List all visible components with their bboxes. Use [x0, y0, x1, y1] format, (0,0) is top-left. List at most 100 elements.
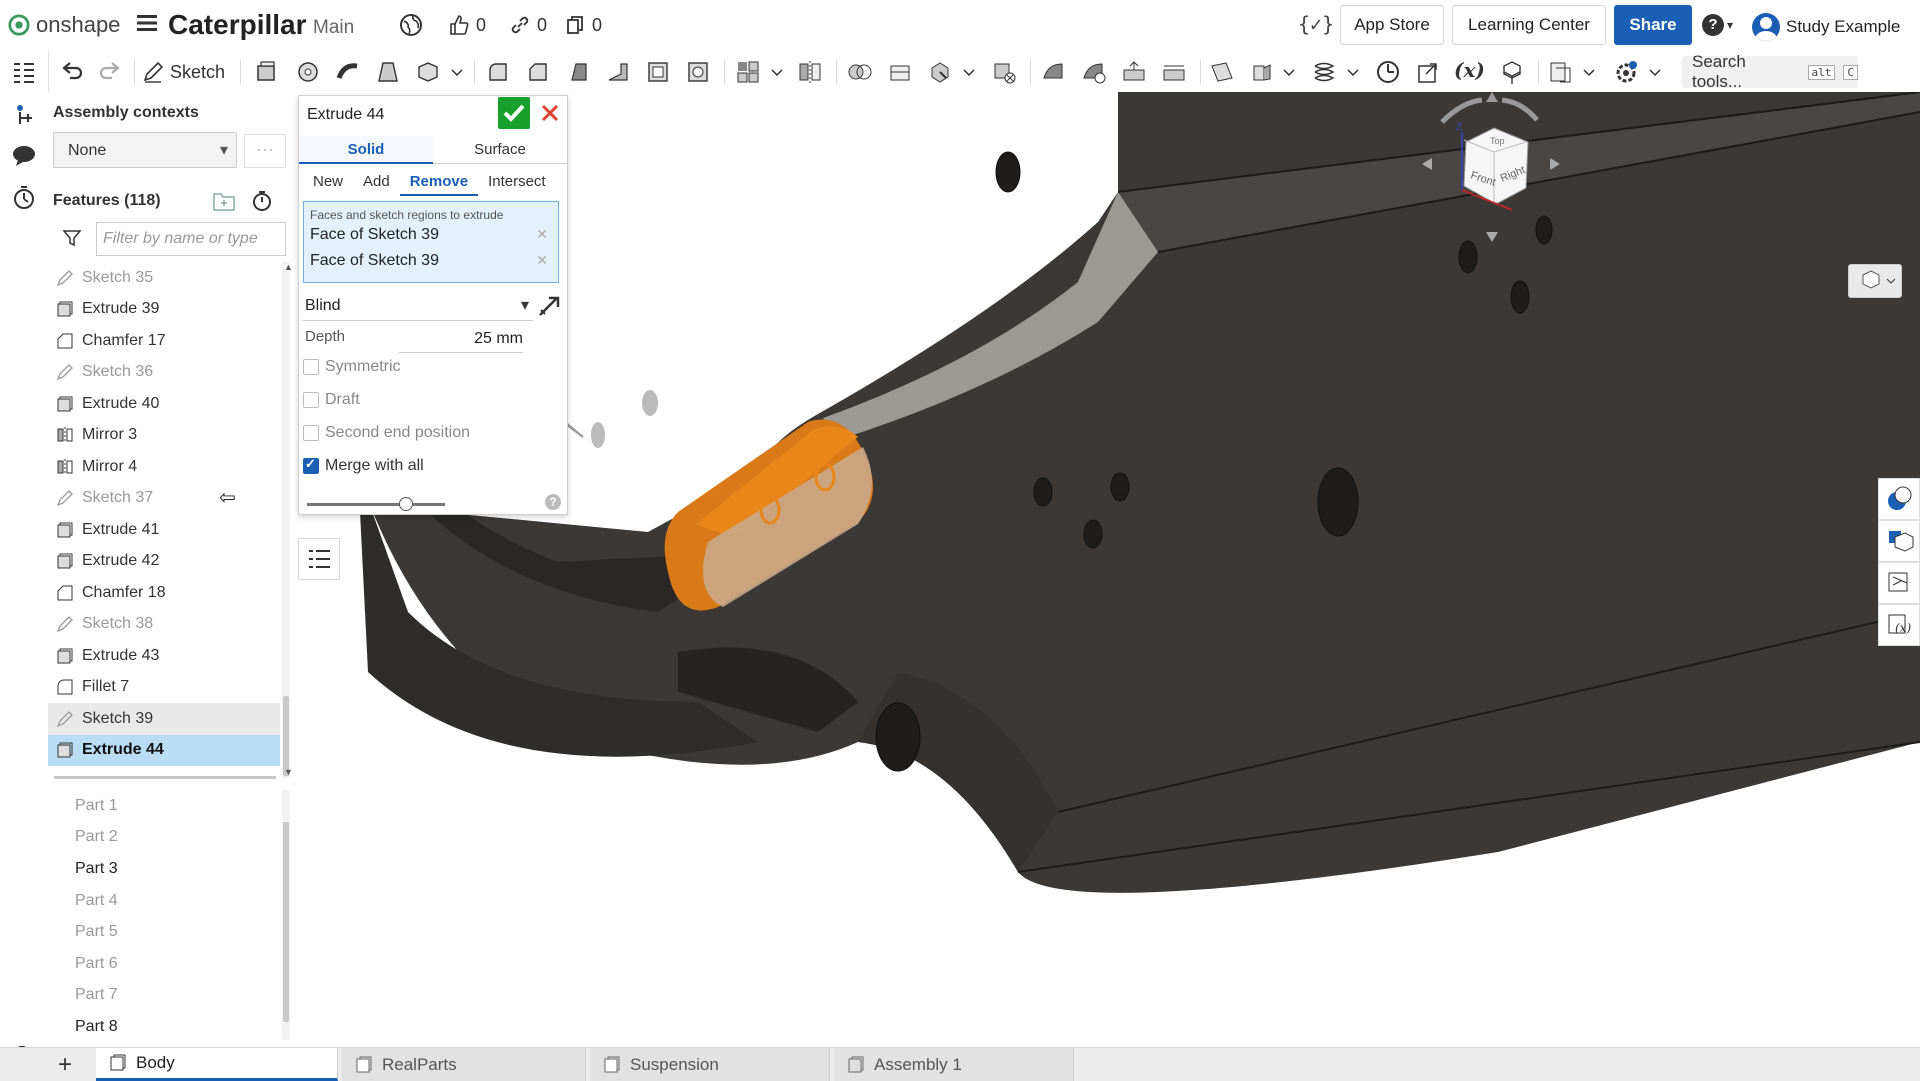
- scroll-down-icon[interactable]: ▼: [284, 767, 293, 777]
- remove-face-icon[interactable]: ✕: [536, 226, 548, 243]
- faces-selection-box[interactable]: Faces and sketch regions to extrude Face…: [303, 201, 559, 283]
- user-menu[interactable]: Study Example: [1752, 13, 1900, 41]
- part-item[interactable]: Part 7: [48, 980, 280, 1012]
- mate-connector-icon[interactable]: [1248, 58, 1276, 86]
- share-button[interactable]: Share: [1614, 5, 1692, 45]
- tab-assembly-1[interactable]: Assembly 1: [834, 1048, 1074, 1081]
- checkbox-box[interactable]: [303, 359, 319, 375]
- fillet-tool-icon[interactable]: [484, 58, 512, 86]
- split-tool-icon[interactable]: [886, 58, 914, 86]
- subtab-new[interactable]: New: [303, 168, 353, 196]
- chevron-down-icon[interactable]: [1346, 58, 1360, 86]
- revolve-tool-icon[interactable]: [294, 58, 322, 86]
- panel-splitter[interactable]: [54, 776, 276, 779]
- draft-checkbox[interactable]: Draft: [303, 391, 360, 409]
- redo-icon[interactable]: [96, 58, 124, 86]
- featurescript-gear-icon[interactable]: [1612, 58, 1640, 86]
- likes[interactable]: 0: [448, 14, 486, 36]
- globe-icon[interactable]: [399, 13, 423, 37]
- second-end-checkbox[interactable]: Second end position: [303, 424, 470, 442]
- branch-name[interactable]: Main: [313, 17, 354, 39]
- comments-icon[interactable]: [10, 142, 38, 170]
- delete-face-icon[interactable]: [1080, 58, 1108, 86]
- sweep-tool-icon[interactable]: [334, 58, 362, 86]
- feature-item[interactable]: Sketch 36: [48, 357, 280, 389]
- configuration-panel-button[interactable]: (x): [1878, 604, 1920, 646]
- feature-item[interactable]: Sketch 35: [48, 262, 280, 294]
- configuration-icon[interactable]: [1498, 58, 1526, 86]
- feature-item[interactable]: Extrude 43: [48, 640, 280, 672]
- measure-icon[interactable]: [1374, 58, 1402, 86]
- feature-item[interactable]: Fillet 7: [48, 672, 280, 704]
- menu-icon[interactable]: [136, 12, 158, 34]
- move-face-icon[interactable]: [1120, 58, 1148, 86]
- linear-pattern-icon[interactable]: [734, 58, 762, 86]
- helix-tool-icon[interactable]: [1310, 58, 1338, 86]
- feature-item[interactable]: Extrude 39: [48, 294, 280, 326]
- merge-with-all-checkbox[interactable]: Merge with all: [303, 456, 424, 475]
- part-item[interactable]: Part 5: [48, 916, 280, 948]
- subtab-add[interactable]: Add: [353, 168, 400, 196]
- feature-scrollbar-thumb[interactable]: [283, 696, 289, 776]
- tab-body[interactable]: Body: [96, 1048, 338, 1081]
- feature-item[interactable]: Chamfer 18: [48, 577, 280, 609]
- feature-item[interactable]: Extrude 42: [48, 546, 280, 578]
- accept-button[interactable]: [498, 97, 530, 129]
- mass-properties-button[interactable]: [1878, 562, 1920, 604]
- rib-tool-icon[interactable]: [604, 58, 632, 86]
- history-icon[interactable]: [10, 184, 38, 212]
- chevron-down-icon[interactable]: [962, 58, 976, 86]
- hole-tool-icon[interactable]: [684, 58, 712, 86]
- sketch-button[interactable]: Sketch: [142, 58, 225, 86]
- help-menu[interactable]: ? ▾: [1702, 14, 1733, 36]
- feature-item[interactable]: Sketch 39: [48, 703, 280, 735]
- transform-tool-icon[interactable]: [926, 58, 954, 86]
- part-item[interactable]: Part 4: [48, 885, 280, 917]
- chevron-down-icon[interactable]: [450, 58, 464, 86]
- assembly-context-select[interactable]: None: [53, 132, 237, 169]
- part-item[interactable]: Part 8: [48, 1011, 280, 1043]
- chevron-down-icon[interactable]: [1582, 58, 1596, 86]
- symmetric-checkbox[interactable]: Symmetric: [303, 358, 401, 376]
- feature-item[interactable]: Sketch 38: [48, 609, 280, 641]
- import-icon[interactable]: [1414, 58, 1442, 86]
- loft-tool-icon[interactable]: [374, 58, 402, 86]
- view-cube-top-label[interactable]: Top: [1490, 136, 1505, 146]
- feature-item[interactable]: Sketch 37: [48, 483, 280, 515]
- derived-icon[interactable]: [1546, 58, 1574, 86]
- variable-icon[interactable]: (x): [1454, 58, 1485, 82]
- view-cube[interactable]: Top Front Right Z: [1422, 92, 1562, 252]
- feature-list-icon[interactable]: [10, 58, 38, 86]
- tab-suspension[interactable]: Suspension: [590, 1048, 830, 1081]
- search-tools-input[interactable]: Search tools... alt C: [1682, 52, 1858, 91]
- checkbox-box-checked[interactable]: [303, 456, 319, 474]
- help-icon[interactable]: ?: [545, 494, 561, 510]
- end-type-select[interactable]: Blind: [303, 292, 533, 321]
- part-item[interactable]: Part 1: [48, 790, 280, 822]
- depth-input[interactable]: 25 mm: [399, 326, 523, 353]
- onshape-logo[interactable]: onshape: [8, 12, 120, 38]
- cancel-button[interactable]: [536, 99, 564, 127]
- tab-realparts[interactable]: RealParts: [342, 1048, 586, 1081]
- delete-part-icon[interactable]: [990, 58, 1018, 86]
- tab-solid[interactable]: Solid: [299, 136, 433, 164]
- feature-item[interactable]: Mirror 3: [48, 420, 280, 452]
- filter-icon[interactable]: [62, 228, 82, 248]
- feature-list-toggle-button[interactable]: [298, 538, 340, 580]
- checkbox-box[interactable]: [303, 425, 319, 441]
- appearance-panel-button[interactable]: [1878, 478, 1920, 520]
- feature-item[interactable]: Mirror 4: [48, 451, 280, 483]
- chevron-down-icon[interactable]: [1648, 58, 1662, 86]
- preview-slider[interactable]: [307, 497, 445, 511]
- scroll-up-icon[interactable]: ▲: [284, 262, 293, 272]
- insert-icon[interactable]: [10, 100, 38, 128]
- part-item[interactable]: Part 3: [48, 853, 280, 885]
- tab-surface[interactable]: Surface: [433, 136, 567, 164]
- shell-tool-icon[interactable]: [644, 58, 672, 86]
- links[interactable]: 0: [509, 14, 547, 36]
- undo-icon[interactable]: [58, 58, 86, 86]
- feature-item[interactable]: Extrude 44: [48, 734, 280, 766]
- chevron-down-icon[interactable]: [770, 58, 784, 86]
- feature-item[interactable]: Extrude 41: [48, 514, 280, 546]
- replace-face-icon[interactable]: [1160, 58, 1188, 86]
